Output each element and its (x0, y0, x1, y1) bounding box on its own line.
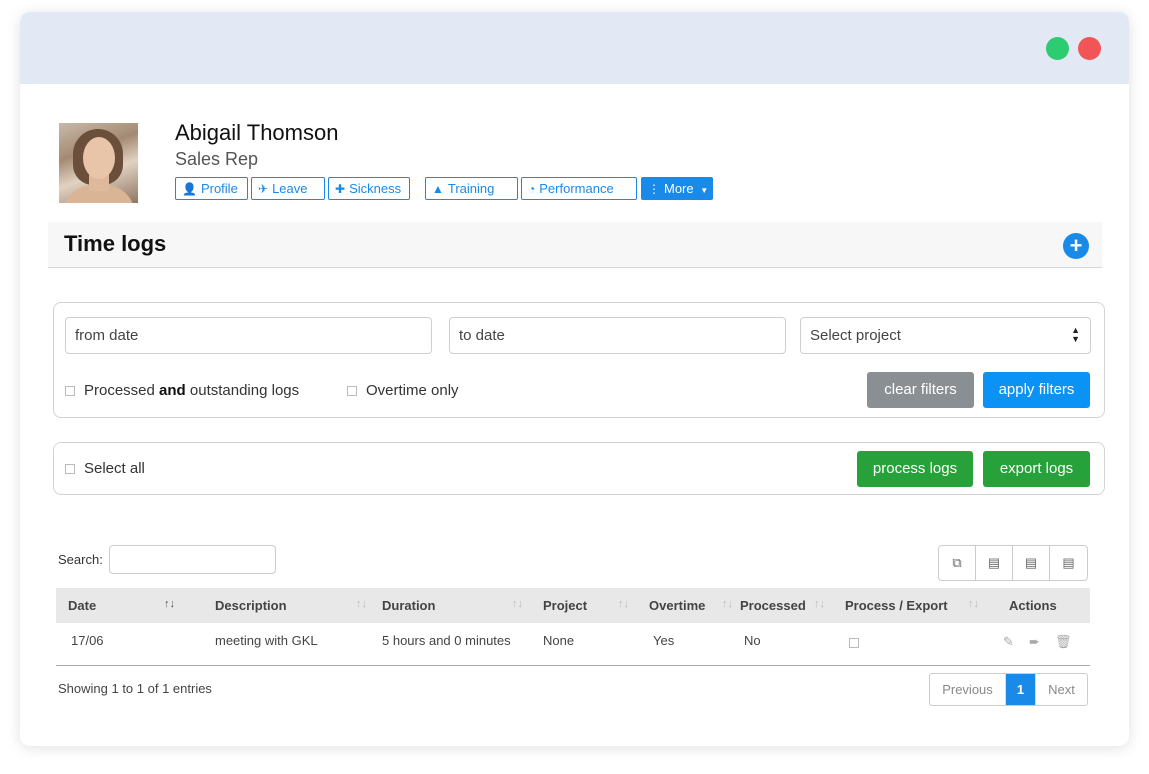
plus-icon: + (1069, 233, 1083, 258)
nav-sickness-button[interactable]: ✚ Sickness (328, 177, 410, 200)
col-process-export[interactable]: Process / Export (845, 598, 948, 613)
nav-more-dropdown[interactable]: ⋮ More ▼ (641, 177, 713, 200)
sort-icon: ↑↓ (814, 598, 825, 610)
select-arrows-icon: ▲ ▼ (1071, 325, 1080, 344)
profile-name: Abigail Thomson (175, 120, 339, 145)
medkit-icon: ✚ (335, 182, 346, 196)
add-time-log-button[interactable]: + (1063, 233, 1089, 259)
col-date[interactable]: Date (68, 598, 96, 613)
pagination-next[interactable]: Next (1035, 674, 1087, 705)
profile-role: Sales Rep (175, 149, 259, 169)
from-date-input[interactable] (65, 317, 432, 354)
sort-asc-icon: ↑↓ (164, 598, 175, 610)
col-actions: Actions (1009, 598, 1057, 613)
to-date-input[interactable] (449, 317, 786, 354)
apply-filters-button[interactable]: apply filters (983, 372, 1090, 408)
pagination-page-1[interactable]: 1 (1006, 674, 1035, 705)
table-row: 17/06 meeting with GKL 5 hours and 0 min… (56, 623, 1090, 666)
search-input[interactable] (109, 545, 276, 574)
cell-overtime: Yes (653, 633, 675, 648)
sort-icon: ↑↓ (512, 598, 523, 610)
csv-icon[interactable]: ▤ (1013, 546, 1050, 580)
pdf-icon[interactable]: ▤ (1050, 546, 1087, 580)
nav-profile-button[interactable]: 👤 Profile (175, 177, 248, 200)
trash-icon[interactable]: 🗑 (1055, 634, 1072, 650)
col-duration[interactable]: Duration (382, 598, 435, 613)
cell-processed: No (744, 633, 761, 648)
export-logs-button[interactable]: export logs (983, 451, 1090, 487)
window-close-button[interactable] (1078, 37, 1101, 60)
window-maximize-button[interactable] (1046, 37, 1069, 60)
table-header: Date ↑↓ Description ↑↓ Duration ↑↓ Proje… (56, 588, 1090, 623)
col-overtime[interactable]: Overtime (649, 598, 705, 613)
bulk-actions-panel: Select all process logs export logs (53, 442, 1105, 495)
sort-icon: ↑↓ (968, 598, 979, 610)
cell-description: meeting with GKL (215, 633, 318, 648)
user-icon: 👤 (182, 182, 197, 196)
pagination: Previous 1 Next (929, 673, 1088, 706)
cell-duration: 5 hours and 0 minutes (382, 633, 511, 648)
search-label: Search: (58, 552, 103, 567)
overtime-only-checkbox[interactable] (347, 386, 357, 396)
app-window: Abigail Thomson Sales Rep 👤 Profile ✈ Leav… (20, 12, 1129, 746)
processed-outstanding-label: Processed and outstanding logs (84, 382, 300, 399)
processed-outstanding-checkbox[interactable] (65, 386, 75, 396)
nav-leave-button[interactable]: ✈ Leave (251, 177, 325, 200)
copy-icon[interactable]: ⧉ (939, 546, 976, 580)
excel-icon[interactable]: ▤ (976, 546, 1013, 580)
plane-icon: ✈ (258, 182, 269, 196)
cell-date: 17/06 (71, 633, 104, 648)
graduation-cap-icon: ▲ (432, 182, 444, 196)
edit-pencil-icon[interactable]: ✎ (1003, 634, 1014, 650)
sort-icon: ↑↓ (722, 598, 733, 610)
avatar (59, 123, 138, 203)
filters-panel: Select project ▲▼ Processed and outstand… (53, 302, 1105, 418)
process-export-checkbox[interactable] (849, 638, 859, 648)
page-title: Time logs (64, 231, 167, 256)
cell-project: None (543, 633, 575, 648)
sort-icon: ↑↓ (618, 598, 629, 610)
arrow-circle-right-icon[interactable]: ➨ (1029, 634, 1040, 650)
sort-icon: ↑↓ (356, 598, 367, 610)
clear-filters-button[interactable]: clear filters (867, 372, 974, 408)
ellipsis-vertical-icon: ⋮ (648, 182, 660, 196)
col-description[interactable]: Description (215, 598, 287, 613)
select-all-checkbox[interactable] (65, 464, 75, 474)
export-button-group: ⧉ ▤ ▤ ▤ (938, 545, 1088, 581)
nav-performance-button[interactable]: ◔ Performance (521, 177, 637, 200)
section-header: Time logs + (48, 222, 1102, 268)
table-info: Showing 1 to 1 of 1 entries (58, 681, 212, 696)
process-logs-button[interactable]: process logs (857, 451, 973, 487)
col-project[interactable]: Project (543, 598, 587, 613)
select-all-label: Select all (84, 460, 145, 477)
nav-training-button[interactable]: ▲ Training (425, 177, 518, 200)
window-titlebar (20, 12, 1129, 84)
pagination-previous[interactable]: Previous (930, 674, 1006, 705)
overtime-only-label: Overtime only (366, 382, 459, 399)
caret-down-icon: ▼ (700, 186, 709, 195)
col-processed[interactable]: Processed (740, 598, 806, 613)
dashboard-icon: ◔ (528, 182, 536, 196)
project-select[interactable]: Select project ▲ ▼ (800, 317, 1091, 354)
